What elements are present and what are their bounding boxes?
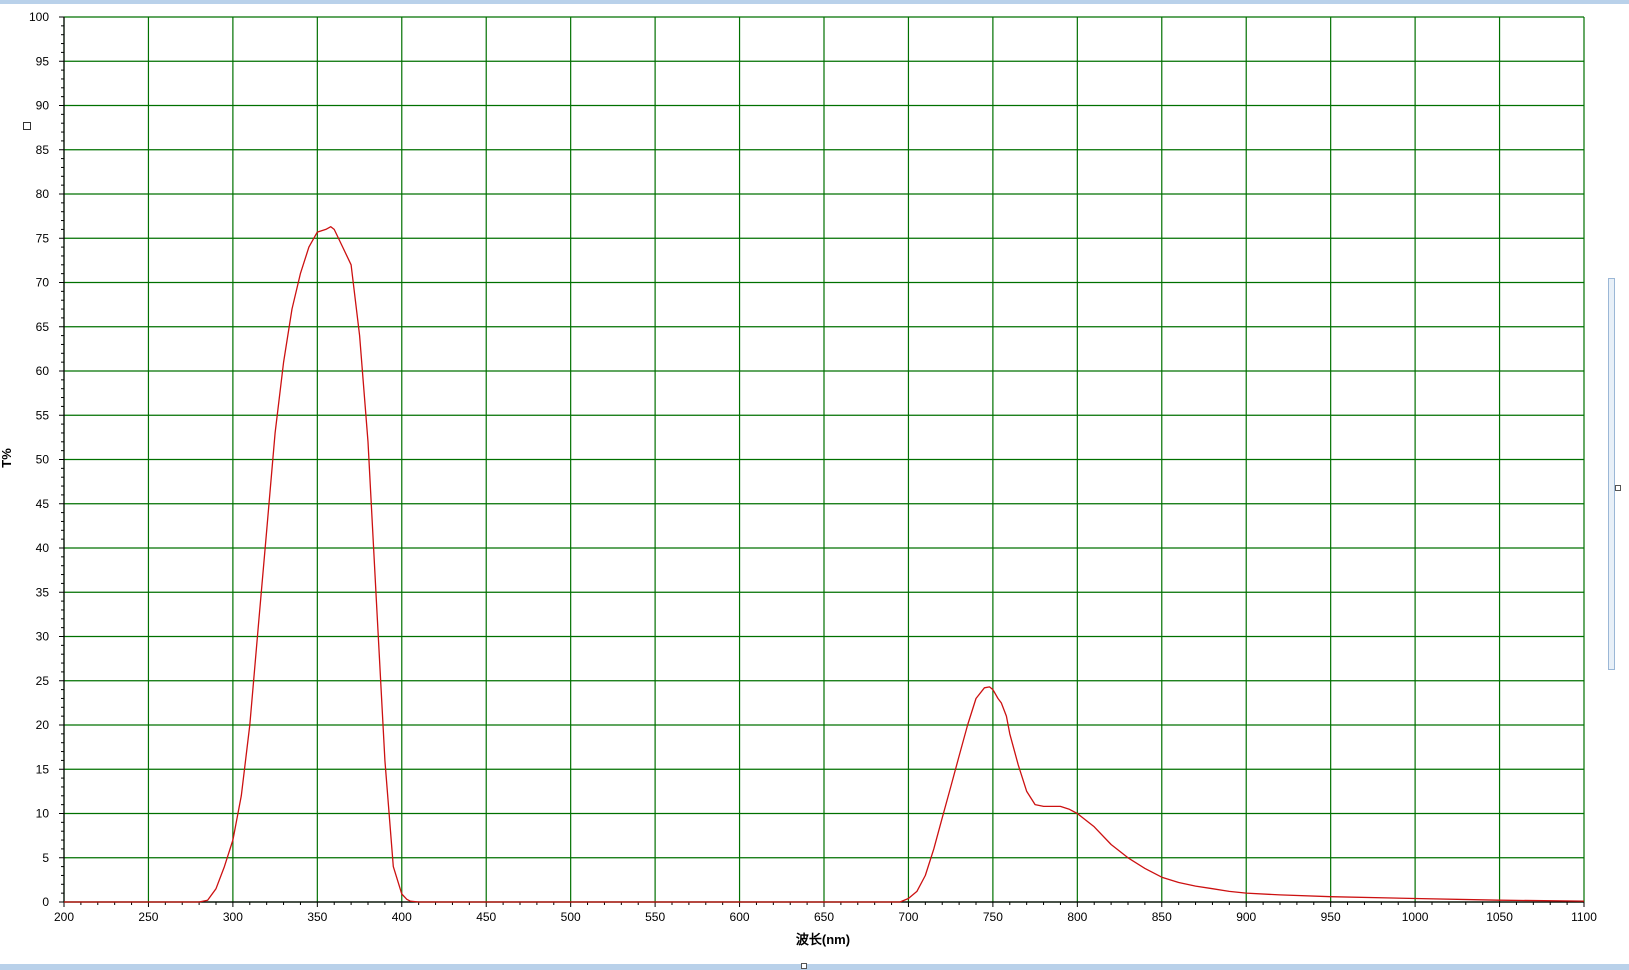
y-tick-label: 10	[36, 807, 50, 821]
y-tick-label: 0	[42, 895, 49, 909]
x-tick-label: 1100	[1571, 910, 1597, 924]
y-tick-label: 5	[42, 851, 49, 865]
x-tick-label: 700	[898, 910, 918, 924]
x-tick-label: 750	[983, 910, 1003, 924]
x-axis-title: 波长(nm)	[796, 932, 850, 947]
ticks-layer: 200 250 300 350 400 450 500 550 600 650 700 750 800 8…	[29, 10, 1597, 924]
x-tick-label: 1000	[1402, 910, 1429, 924]
y-tick-label: 60	[36, 364, 50, 378]
y-tick-label: 65	[36, 320, 50, 334]
y-tick-label: 40	[36, 541, 50, 555]
x-tick-label: 850	[1152, 910, 1172, 924]
x-tick-label: 550	[645, 910, 665, 924]
y-tick-label: 75	[36, 231, 50, 245]
y-tick-label: 100	[29, 10, 49, 24]
right-resize-handle[interactable]	[1615, 485, 1621, 491]
y-tick-label: 90	[36, 99, 50, 113]
x-tick-label: 300	[223, 910, 243, 924]
x-tick-label: 400	[392, 910, 412, 924]
grid-layer	[63, 16, 1585, 903]
x-tick-label: 950	[1321, 910, 1341, 924]
y-tick-label: 35	[36, 585, 50, 599]
x-tick-label: 350	[307, 910, 327, 924]
y-tick-label: 30	[36, 630, 50, 644]
corner-marker	[23, 122, 31, 130]
right-scrollbar[interactable]	[1608, 278, 1615, 670]
y-tick-label: 70	[36, 276, 50, 290]
bottom-resize-handle[interactable]	[801, 963, 807, 969]
y-tick-label: 25	[36, 674, 50, 688]
x-tick-label: 650	[814, 910, 834, 924]
x-tick-label: 900	[1236, 910, 1256, 924]
y-tick-label: 20	[36, 718, 50, 732]
transmission-chart: 200 250 300 350 400 450 500 550 600 650 700 750 800 8…	[0, 10, 1597, 947]
y-tick-label: 50	[36, 453, 50, 467]
x-tick-label: 450	[476, 910, 496, 924]
x-tick-label: 200	[54, 910, 74, 924]
x-tick-label: 500	[561, 910, 581, 924]
x-tick-label: 250	[138, 910, 158, 924]
y-tick-label: 45	[36, 497, 50, 511]
x-tick-label: 600	[730, 910, 750, 924]
y-tick-label: 15	[36, 762, 50, 776]
x-tick-label: 1050	[1486, 910, 1513, 924]
y-tick-label: 85	[36, 143, 50, 157]
x-tick-label: 800	[1067, 910, 1087, 924]
y-axis-title: T%	[0, 448, 14, 468]
y-tick-label: 55	[36, 408, 50, 422]
y-tick-label: 80	[36, 187, 50, 201]
y-tick-label: 95	[36, 54, 50, 68]
